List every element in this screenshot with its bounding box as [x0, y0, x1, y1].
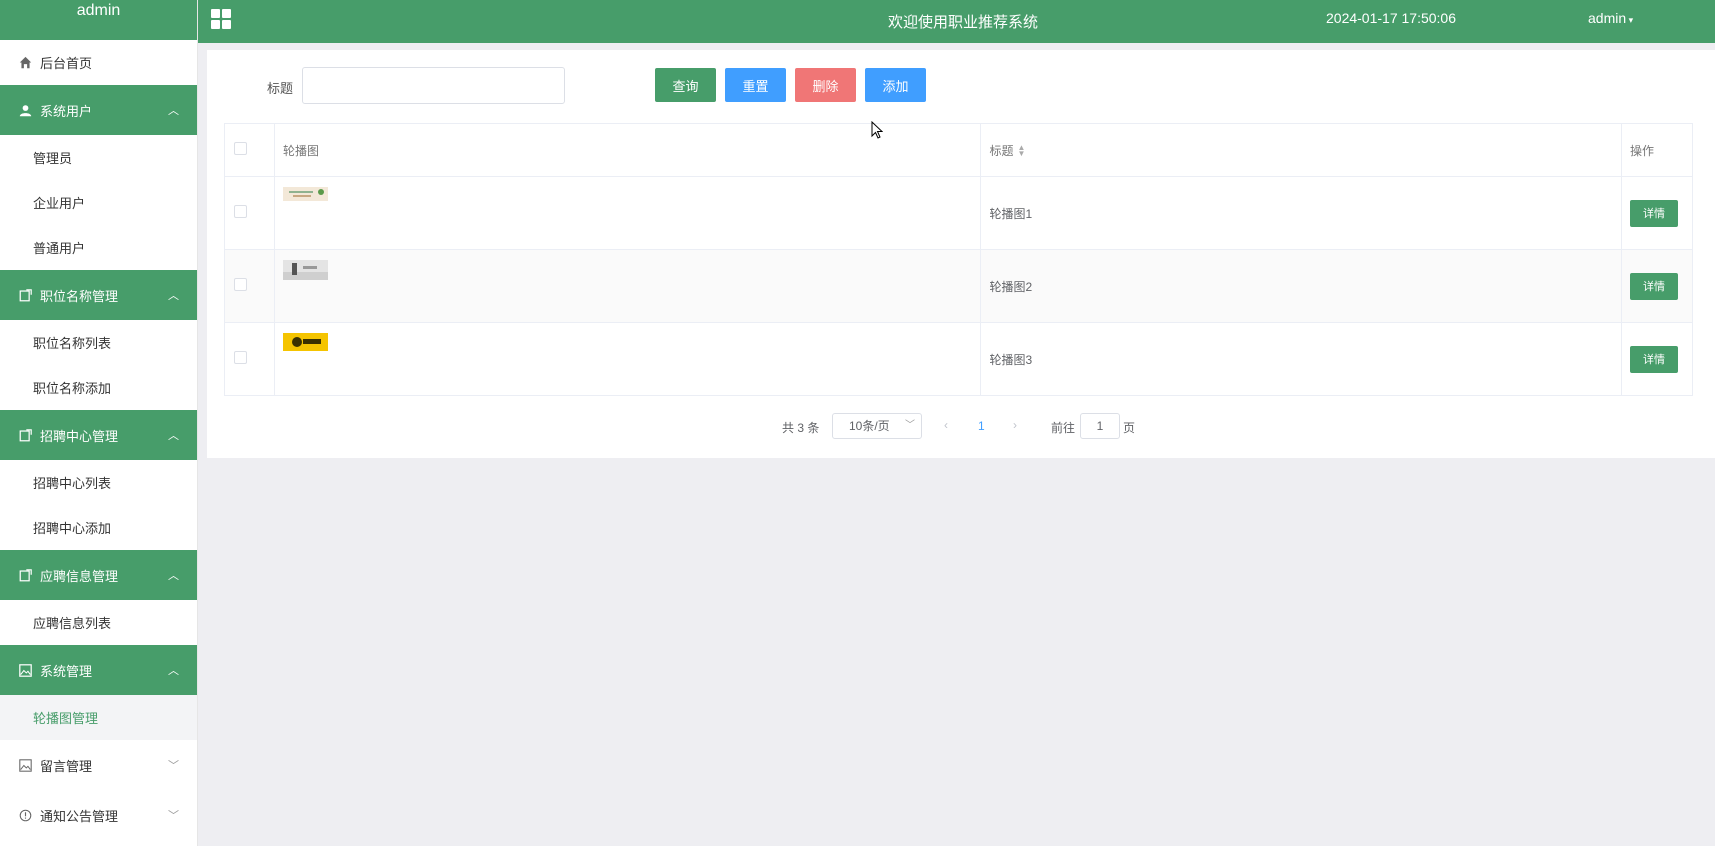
goto-label: 前往 — [1051, 421, 1076, 435]
sidebar-group-messages[interactable]: 留言管理 ﹀ — [0, 740, 197, 790]
goto-unit: 页 — [1123, 421, 1136, 435]
user-name: admin — [1588, 10, 1627, 26]
carousel-table: 轮播图 标题 ▲ ▼ 操作 轮播图1 详情 轮播图2 详情 轮播图3 详情 — [224, 123, 1694, 396]
sidebar-item-home[interactable]: 后台首页 — [0, 40, 197, 85]
table-header-row: 轮播图 标题 ▲ ▼ 操作 — [224, 123, 1694, 177]
carousel-thumbnail[interactable] — [282, 260, 328, 280]
sidebar-item-company-users[interactable]: 企业用户 — [0, 180, 197, 225]
home-icon — [18, 56, 32, 70]
sidebar-group-position-names[interactable]: 职位名称管理 ︿ — [0, 270, 197, 320]
detail-button[interactable]: 详情 — [1629, 272, 1678, 300]
row-title: 轮播图3 — [980, 322, 1622, 396]
detail-button[interactable]: 详情 — [1629, 199, 1678, 227]
edit-doc-icon — [18, 428, 32, 442]
sidebar-group-label: 招聘中心管理 — [40, 428, 119, 444]
goto-page-input[interactable]: 1 — [1080, 413, 1120, 439]
carousel-thumbnail[interactable] — [282, 333, 328, 351]
sidebar-group-label: 应聘信息管理 — [40, 568, 119, 584]
query-button[interactable]: 查询 — [655, 68, 716, 102]
sidebar-group-label: 通知公告管理 — [40, 808, 119, 824]
sidebar-group-application-info[interactable]: 应聘信息管理 ︿ — [0, 550, 197, 600]
table-row: 轮播图1 详情 — [224, 176, 1694, 250]
sidebar-group-label: 系统用户 — [40, 103, 93, 119]
chevron-up-icon: ︿ — [168, 105, 179, 117]
sidebar-group-system-management[interactable]: 系统管理 ︿ — [0, 645, 197, 695]
carousel-thumbnail[interactable] — [282, 187, 328, 201]
caret-down-icon: ▾ — [1626, 15, 1634, 25]
search-label: 标题 — [267, 81, 294, 96]
menu-grid-icon[interactable] — [211, 9, 231, 29]
chevron-up-icon: ︿ — [168, 430, 179, 442]
sidebar-group-recruit-center[interactable]: 招聘中心管理 ︿ — [0, 410, 197, 460]
row-checkbox[interactable] — [234, 278, 247, 291]
reset-button[interactable]: 重置 — [725, 68, 786, 102]
main-panel: 标题 查询 重置 删除 添加 轮播图 标题 ▲ ▼ 操作 轮播图1 详情 轮播图… — [207, 50, 1715, 458]
sidebar-item-position-list[interactable]: 职位名称列表 — [0, 320, 197, 365]
sidebar-group-label: 留言管理 — [40, 758, 93, 774]
top-header: 欢迎使用职业推荐系统 2024-01-17 17:50:06 admin ▾ — [198, 0, 1715, 43]
title-search-input[interactable] — [302, 67, 565, 104]
table-row: 轮播图3 详情 — [224, 322, 1694, 396]
page-size-select[interactable]: 10条/页 ﹀ — [832, 413, 922, 439]
sidebar-item-admins[interactable]: 管理员 — [0, 135, 197, 180]
edit-doc-icon — [18, 568, 32, 582]
delete-button[interactable]: 删除 — [795, 68, 856, 102]
table-row: 轮播图2 详情 — [224, 249, 1694, 323]
chevron-down-icon: ﹀ — [168, 760, 179, 772]
select-all-cell — [224, 123, 275, 177]
chevron-down-icon: ﹀ — [905, 420, 915, 431]
user-icon — [18, 103, 32, 117]
row-checkbox[interactable] — [234, 351, 247, 364]
sidebar-item-normal-users[interactable]: 普通用户 — [0, 225, 197, 270]
chevron-up-icon: ︿ — [168, 665, 179, 677]
prev-page-icon[interactable]: ‹ — [944, 418, 948, 432]
chevron-down-icon: ﹀ — [168, 810, 179, 822]
sidebar-group-notices[interactable]: 通知公告管理 ﹀ — [0, 790, 197, 840]
image-icon — [18, 758, 32, 772]
sidebar-item-position-add[interactable]: 职位名称添加 — [0, 365, 197, 410]
column-header-title[interactable]: 标题 ▲ ▼ — [980, 123, 1622, 177]
sidebar-group-label: 系统管理 — [40, 663, 93, 679]
row-title: 轮播图2 — [980, 249, 1622, 323]
sidebar-item-label: 后台首页 — [40, 56, 93, 71]
add-button[interactable]: 添加 — [865, 68, 926, 102]
row-checkbox[interactable] — [234, 205, 247, 218]
mouse-cursor-icon — [871, 121, 883, 139]
sidebar-item-recruit-add[interactable]: 招聘中心添加 — [0, 505, 197, 550]
sidebar-item-recruit-list[interactable]: 招聘中心列表 — [0, 460, 197, 505]
sort-icon[interactable]: ▲ ▼ — [1017, 144, 1025, 158]
sidebar-item-application-list[interactable]: 应聘信息列表 — [0, 600, 197, 645]
page-number[interactable]: 1 — [978, 419, 985, 433]
select-all-checkbox[interactable] — [234, 142, 247, 155]
page-size-value: 10条/页 — [849, 419, 890, 433]
chevron-up-icon: ︿ — [168, 570, 179, 582]
image-icon — [18, 663, 32, 677]
pagination: 共 3 条 10条/页 ﹀ ‹ 1 › 前往 1 页 — [207, 413, 1715, 439]
row-title: 轮播图1 — [980, 176, 1622, 250]
pagination-total: 共 3 条 — [782, 421, 820, 435]
detail-button[interactable]: 详情 — [1629, 345, 1678, 373]
sidebar-group-label: 职位名称管理 — [40, 288, 119, 304]
edit-doc-icon — [18, 288, 32, 302]
system-title: 欢迎使用职业推荐系统 — [888, 14, 1039, 31]
sidebar-item-carousel-management[interactable]: 轮播图管理 — [0, 695, 197, 740]
next-page-icon[interactable]: › — [1013, 418, 1017, 432]
header-datetime: 2024-01-17 17:50:06 — [1326, 10, 1456, 26]
chevron-up-icon: ︿ — [168, 290, 179, 302]
brand-title: admin — [0, 0, 197, 40]
column-header-actions: 操作 — [1620, 123, 1694, 177]
column-header-label: 标题 — [989, 143, 1014, 158]
user-dropdown[interactable]: admin ▾ — [1588, 10, 1633, 26]
sidebar: admin 后台首页 系统用户 ︿ 管理员 企业用户 普通用户 职位名称管理 ︿… — [0, 0, 198, 846]
info-icon — [18, 808, 32, 822]
sidebar-group-system-users[interactable]: 系统用户 ︿ — [0, 85, 197, 135]
